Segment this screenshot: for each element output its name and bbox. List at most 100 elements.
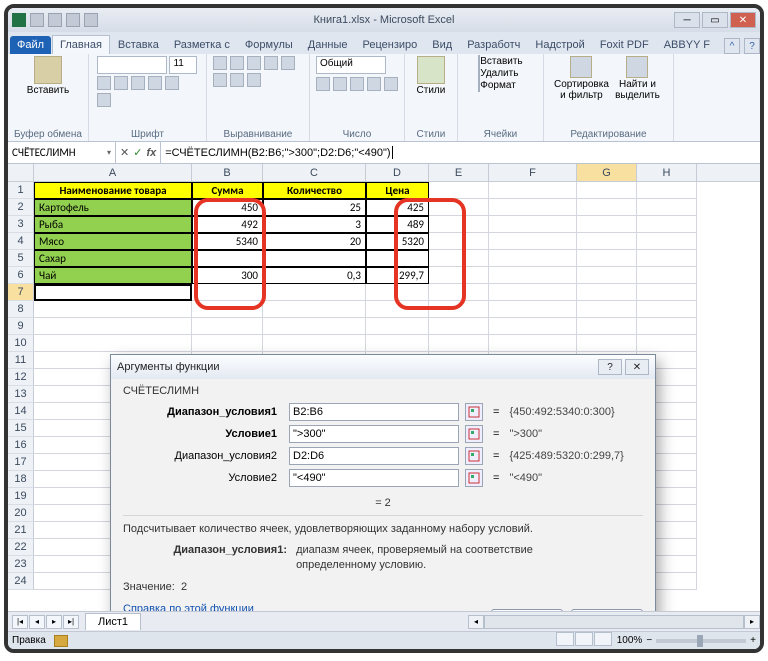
cell-C5[interactable] xyxy=(263,250,366,267)
row-3[interactable]: 3 xyxy=(8,216,34,233)
col-A[interactable]: A xyxy=(34,164,192,181)
row-22[interactable]: 22 xyxy=(8,539,34,556)
tab-insert[interactable]: Вставка xyxy=(111,36,166,54)
increase-decimal-icon[interactable] xyxy=(367,77,381,91)
row-17[interactable]: 17 xyxy=(8,454,34,471)
cell-F7[interactable] xyxy=(489,284,577,301)
cell-A6[interactable]: Чай xyxy=(34,267,192,284)
align-middle-icon[interactable] xyxy=(230,56,244,70)
delete-cells-button[interactable]: Удалить xyxy=(478,68,522,79)
cell-F3[interactable] xyxy=(489,216,577,233)
row-2[interactable]: 2 xyxy=(8,199,34,216)
row-19[interactable]: 19 xyxy=(8,488,34,505)
tab-review[interactable]: Рецензиро xyxy=(356,36,425,54)
zoom-slider[interactable] xyxy=(656,639,746,643)
cell-D3[interactable]: 489 xyxy=(366,216,429,233)
cell-A2[interactable]: Картофель xyxy=(34,199,192,216)
row-11[interactable]: 11 xyxy=(8,352,34,369)
tab-nav-first-icon[interactable]: |◂ xyxy=(12,615,28,629)
help-icon[interactable]: ? xyxy=(744,38,760,54)
cell-H6[interactable] xyxy=(637,267,697,284)
font-size-select[interactable]: 11 xyxy=(169,56,197,74)
range-select-icon-0[interactable] xyxy=(465,403,483,421)
tab-view[interactable]: Вид xyxy=(425,36,459,54)
cell-A5[interactable]: Сахар xyxy=(34,250,192,267)
row-5[interactable]: 5 xyxy=(8,250,34,267)
cell-H5[interactable] xyxy=(637,250,697,267)
cell-F2[interactable] xyxy=(489,199,577,216)
minimize-button[interactable]: ─ xyxy=(674,12,700,28)
tab-developer[interactable]: Разработч xyxy=(460,36,527,54)
cell-F8[interactable] xyxy=(489,301,577,318)
cell-B6[interactable]: 300 xyxy=(192,267,263,284)
format-cells-button[interactable]: Формат xyxy=(478,80,522,91)
qat-undo-icon[interactable] xyxy=(48,13,62,27)
row-6[interactable]: 6 xyxy=(8,267,34,284)
cell-D10[interactable] xyxy=(366,335,429,352)
row-23[interactable]: 23 xyxy=(8,556,34,573)
sheet-tab-1[interactable]: Лист1 xyxy=(85,613,141,630)
cell-C7[interactable] xyxy=(263,284,366,301)
dialog-help-icon[interactable]: ? xyxy=(598,359,622,375)
decrease-decimal-icon[interactable] xyxy=(384,77,398,91)
cell-G2[interactable] xyxy=(577,199,637,216)
wrap-text-icon[interactable] xyxy=(264,56,278,70)
maximize-button[interactable]: ▭ xyxy=(702,12,728,28)
cell-E8[interactable] xyxy=(429,301,489,318)
cell-G9[interactable] xyxy=(577,318,637,335)
range-select-icon-3[interactable] xyxy=(465,469,483,487)
row-9[interactable]: 9 xyxy=(8,318,34,335)
arg-input-2[interactable] xyxy=(289,447,459,465)
tab-addins[interactable]: Надстрой xyxy=(528,36,591,54)
row-15[interactable]: 15 xyxy=(8,420,34,437)
font-color-icon[interactable] xyxy=(97,93,111,107)
tab-nav-prev-icon[interactable]: ◂ xyxy=(29,615,45,629)
row-16[interactable]: 16 xyxy=(8,437,34,454)
cell-A3[interactable]: Рыба xyxy=(34,216,192,233)
view-layout-icon[interactable] xyxy=(575,632,593,646)
cell-E9[interactable] xyxy=(429,318,489,335)
ribbon-minimize-icon[interactable]: ^ xyxy=(724,38,740,54)
fill-color-icon[interactable] xyxy=(165,76,179,90)
cell-D1[interactable]: Цена xyxy=(366,182,429,199)
cell-A9[interactable] xyxy=(34,318,192,335)
hscroll-left-icon[interactable]: ◂ xyxy=(468,615,484,629)
arg-input-3[interactable] xyxy=(289,469,459,487)
row-21[interactable]: 21 xyxy=(8,522,34,539)
cell-D7[interactable] xyxy=(366,284,429,301)
cell-D5[interactable] xyxy=(366,250,429,267)
col-B[interactable]: B xyxy=(192,164,263,181)
arg-input-1[interactable] xyxy=(289,425,459,443)
cell-C8[interactable] xyxy=(263,301,366,318)
cell-A1[interactable]: Наименование товара xyxy=(34,182,192,199)
cell-C10[interactable] xyxy=(263,335,366,352)
cell-F5[interactable] xyxy=(489,250,577,267)
close-button[interactable]: ✕ xyxy=(730,12,756,28)
name-box[interactable]: СЧЁТЕСЛИМН xyxy=(8,142,116,163)
cell-D2[interactable]: 425 xyxy=(366,199,429,216)
cell-E6[interactable] xyxy=(429,267,489,284)
cell-H3[interactable] xyxy=(637,216,697,233)
row-12[interactable]: 12 xyxy=(8,369,34,386)
cell-C6[interactable]: 0,3 xyxy=(263,267,366,284)
align-right-icon[interactable] xyxy=(230,73,244,87)
cell-A10[interactable] xyxy=(34,335,192,352)
cell-G8[interactable] xyxy=(577,301,637,318)
cell-A7[interactable] xyxy=(34,284,192,301)
cell-C9[interactable] xyxy=(263,318,366,335)
cell-D8[interactable] xyxy=(366,301,429,318)
hscroll-right-icon[interactable]: ▸ xyxy=(744,615,760,629)
qat-redo-icon[interactable] xyxy=(66,13,80,27)
cell-H2[interactable] xyxy=(637,199,697,216)
cell-C1[interactable]: Количество xyxy=(263,182,366,199)
paste-button[interactable]: Вставить xyxy=(28,56,68,108)
align-center-icon[interactable] xyxy=(213,73,227,87)
tab-abbyy[interactable]: ABBYY F xyxy=(657,36,717,54)
select-all-corner[interactable] xyxy=(8,164,34,181)
find-select-button[interactable]: Найти и выделить xyxy=(612,56,662,108)
tab-foxit[interactable]: Foxit PDF xyxy=(593,36,656,54)
col-F[interactable]: F xyxy=(489,164,577,181)
tab-nav-next-icon[interactable]: ▸ xyxy=(46,615,62,629)
cell-H7[interactable] xyxy=(637,284,697,301)
cell-B8[interactable] xyxy=(192,301,263,318)
